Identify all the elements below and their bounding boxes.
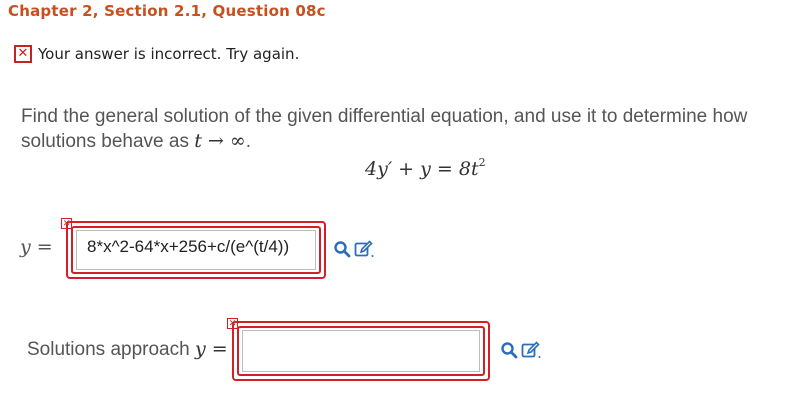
incorrect-x-icon: ✕ (14, 45, 32, 63)
answer2-label-math: y = (194, 338, 228, 360)
search-icon[interactable] (333, 240, 351, 258)
answer2-label: Solutions approach y = (27, 338, 228, 361)
feedback-text: Your answer is incorrect. Try again. (38, 45, 300, 63)
search-icon[interactable] (500, 341, 518, 359)
edit-pencil-icon[interactable] (521, 341, 541, 359)
equation-text: 4y′ + y = 8t (365, 158, 479, 180)
differential-equation: 4y′ + y = 8t2 (365, 156, 486, 180)
answer1-label: y = (20, 236, 53, 258)
edit-pencil-icon[interactable] (354, 240, 374, 258)
equation-exponent: 2 (478, 156, 486, 169)
feedback-message: ✕ Your answer is incorrect. Try again. (14, 43, 299, 65)
limit-expression: t → ∞ (194, 130, 246, 152)
answer2-input[interactable] (242, 330, 480, 372)
answer2-tools (500, 341, 541, 359)
problem-text-end: . (245, 131, 251, 152)
question-heading: Chapter 2, Section 2.1, Question 08c (8, 2, 326, 20)
answer1-input[interactable]: 8*x^2-64*x+256+c/(e^(t/4)) (76, 230, 316, 270)
answer1-label-text: y = (20, 236, 53, 258)
problem-statement: Find the general solution of the given d… (21, 104, 791, 154)
answer1-tools (333, 240, 374, 258)
answer2-label-text: Solutions approach (27, 339, 195, 360)
answer1-error-frame: 8*x^2-64*x+256+c/(e^(t/4)) (66, 221, 326, 279)
answer2-error-frame (232, 321, 490, 381)
problem-text: Find the general solution of the given d… (21, 106, 748, 152)
